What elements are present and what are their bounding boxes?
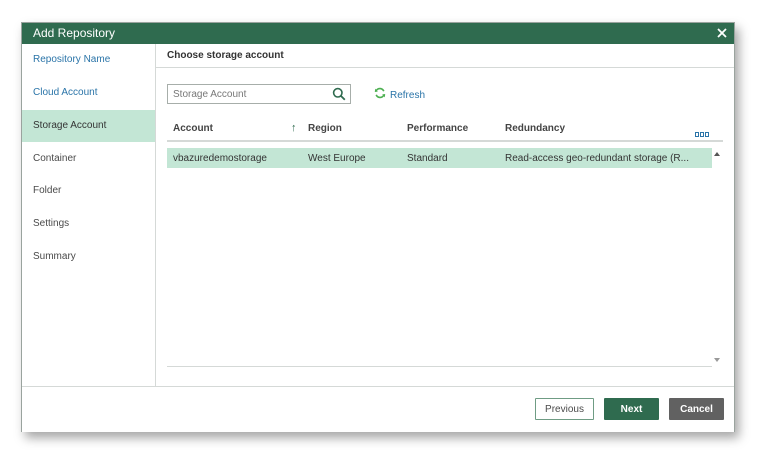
sidebar-item-label: Repository Name (33, 54, 111, 65)
cancel-button[interactable]: Cancel (669, 398, 724, 420)
sidebar-item-storage-account[interactable]: Storage Account (22, 110, 155, 142)
sidebar-item-label: Summary (33, 251, 76, 262)
sidebar-item-summary[interactable]: Summary (22, 241, 155, 273)
sidebar-item-container[interactable]: Container (22, 143, 155, 175)
content-header: Choose storage account (156, 44, 734, 68)
cell-region: West Europe (308, 153, 366, 164)
wizard-steps-sidebar: Repository Name Cloud Account Storage Ac… (22, 44, 156, 386)
add-repository-dialog: Add Repository Repository Name Cloud Acc… (21, 22, 735, 432)
sidebar-item-label: Folder (33, 185, 62, 196)
cell-performance: Standard (407, 153, 448, 164)
sidebar-item-cloud-account[interactable]: Cloud Account (22, 77, 155, 109)
sidebar-item-label: Cloud Account (33, 87, 98, 98)
dialog-title: Add Repository (33, 26, 116, 40)
sidebar-item-folder[interactable]: Folder (22, 175, 155, 207)
title-bar: Add Repository (22, 23, 734, 44)
sidebar-item-label: Storage Account (33, 120, 107, 131)
table-body: vbazuredemostorage West Europe Standard … (167, 148, 712, 367)
table-row[interactable]: vbazuredemostorage West Europe Standard … (167, 148, 712, 168)
scroll-up-icon[interactable] (714, 152, 720, 156)
close-icon[interactable] (714, 25, 730, 41)
next-button[interactable]: Next (604, 398, 659, 420)
active-step-pointer (149, 121, 156, 135)
sidebar-item-label: Settings (33, 218, 70, 229)
sidebar-item-settings[interactable]: Settings (22, 208, 155, 240)
page-title: Choose storage account (167, 50, 284, 61)
sidebar-item-repository-name[interactable]: Repository Name (22, 44, 155, 76)
scroll-down-icon[interactable] (714, 358, 720, 362)
cell-redundancy: Read-access geo-redundant storage (R... (505, 153, 689, 164)
main-content: Choose storage account Refresh (156, 44, 734, 386)
previous-button[interactable]: Previous (535, 398, 594, 420)
sidebar-item-label: Container (33, 153, 77, 164)
cell-account: vbazuredemostorage (173, 153, 267, 164)
table-scrollbar[interactable] (712, 148, 723, 366)
dialog-footer: Previous Next Cancel (22, 386, 734, 432)
